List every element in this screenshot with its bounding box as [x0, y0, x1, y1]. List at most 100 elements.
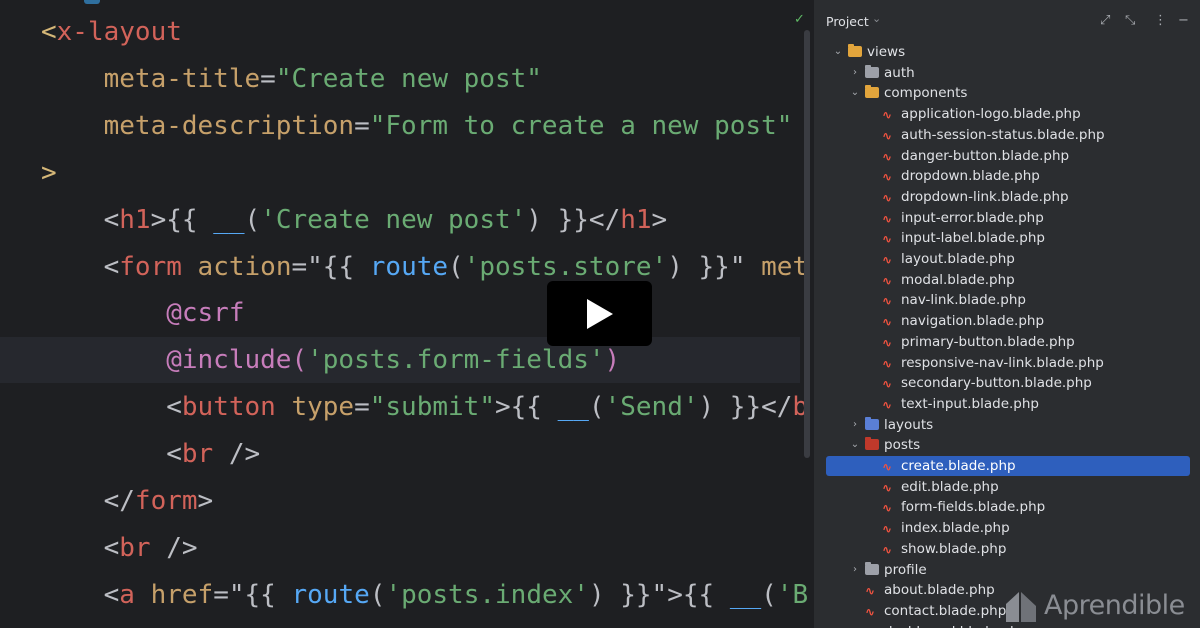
code-line[interactable]: <x-layout	[41, 9, 182, 55]
code-line[interactable]: meta-description="Form to create a new p…	[41, 103, 793, 149]
code-line[interactable]: @csrf	[41, 290, 244, 336]
expand-all-icon[interactable]: ⤢	[1100, 13, 1110, 28]
code-token: h1	[620, 204, 652, 235]
tree-item-label: form-fields.blade.php	[901, 499, 1046, 516]
hide-panel-icon[interactable]: −	[1178, 13, 1189, 28]
tree-folder-posts[interactable]: ⌄ posts	[826, 435, 1190, 455]
code-token: h1	[119, 204, 151, 235]
code-token: action	[181, 251, 292, 282]
expand-arrow-icon[interactable]: ›	[849, 63, 861, 83]
code-token: 'posts.store'	[463, 251, 668, 282]
expand-arrow-icon[interactable]: ›	[849, 560, 861, 580]
project-view-dropdown-icon[interactable]: ⌄	[872, 12, 881, 25]
code-token: =	[354, 392, 370, 423]
blade-file-icon: ∿	[865, 604, 876, 619]
inspection-ok-icon[interactable]: ✓	[794, 12, 805, 27]
code-token: <	[41, 251, 120, 282]
active-tab-marker	[84, 0, 100, 4]
tree-file[interactable]: ∿ primary-button.blade.php	[826, 332, 1190, 352]
tree-file[interactable]: ∿ index.blade.php	[826, 518, 1190, 538]
collapse-arrow-icon[interactable]: ⌄	[832, 42, 844, 62]
code-token: br	[181, 439, 214, 470]
tree-file[interactable]: ∿ dropdown-link.blade.php	[826, 187, 1190, 207]
tree-file[interactable]: ∿ input-label.blade.php	[826, 228, 1190, 248]
blade-file-icon: ∿	[882, 294, 893, 309]
blade-file-icon: ∿	[882, 356, 893, 371]
tree-item-label: text-input.blade.php	[901, 395, 1039, 412]
editor-scrollbar[interactable]	[804, 30, 810, 458]
tree-file[interactable]: ∿ show.blade.php	[826, 539, 1190, 559]
tree-file[interactable]: ∿ secondary-button.blade.php	[826, 373, 1190, 393]
tree-folder-components[interactable]: ⌄ components	[826, 83, 1190, 103]
code-token: >	[651, 204, 668, 235]
collapse-all-icon[interactable]: ⤡	[1125, 13, 1135, 28]
blade-file-icon: ∿	[882, 232, 893, 247]
code-token: <	[41, 579, 120, 610]
code-token: ) }}</	[698, 392, 793, 423]
tree-item-label: dropdown-link.blade.php	[901, 188, 1069, 205]
tree-folder-profile[interactable]: › profile	[826, 560, 1190, 580]
tree-file[interactable]: ∿ create.blade.php	[826, 456, 1190, 476]
tree-file[interactable]: ∿ nav-link.blade.php	[826, 290, 1190, 310]
code-token: ="{{	[291, 251, 370, 282]
code-line[interactable]: <br />	[41, 525, 198, 571]
options-menu-icon[interactable]: ⋮	[1154, 13, 1167, 28]
code-token: (	[588, 392, 605, 423]
tree-file[interactable]: ∿ layout.blade.php	[826, 249, 1190, 269]
tree-item-label: auth-session-status.blade.php	[901, 126, 1105, 143]
code-token: =	[354, 110, 370, 141]
project-panel-title[interactable]: Project	[826, 14, 869, 29]
code-line[interactable]: <h1>{{ __('Create new post') }}</h1>	[41, 197, 668, 243]
tree-item-label: dropdown.blade.php	[901, 168, 1040, 185]
tree-file[interactable]: ∿ form-fields.blade.php	[826, 497, 1190, 517]
code-line[interactable]: >	[41, 150, 57, 196]
tree-file[interactable]: ∿ input-error.blade.php	[826, 208, 1190, 228]
tree-file[interactable]: ∿ navigation.blade.php	[826, 311, 1190, 331]
code-line[interactable]: <br />	[41, 431, 260, 477]
code-line[interactable]: <button type="submit">{{ __('Send') }}</…	[41, 384, 808, 430]
blade-file-icon: ∿	[882, 501, 893, 516]
code-line[interactable]: <form action="{{ route('posts.store') }}…	[41, 244, 809, 290]
code-line[interactable]: @include('posts.form-fields')	[41, 337, 620, 383]
tree-file[interactable]: ∿ modal.blade.php	[826, 270, 1190, 290]
code-token: ) }}">{{	[588, 579, 730, 610]
code-editor[interactable]: <x-layout meta-title="Create new post" m…	[0, 0, 813, 628]
tree-file[interactable]: ∿ responsive-nav-link.blade.php	[826, 353, 1190, 373]
watermark-text: Aprendible	[1044, 590, 1185, 621]
tree-item-label: layout.blade.php	[901, 251, 1015, 267]
code-token: 'Create new post'	[260, 204, 527, 235]
tree-folder-auth[interactable]: › auth	[826, 63, 1190, 83]
tree-folder-views[interactable]: ⌄ views	[826, 42, 1190, 62]
code-token: @include(	[41, 345, 308, 376]
code-token: __	[557, 392, 589, 423]
code-token: route	[369, 251, 449, 282]
tree-file[interactable]: ∿ dropdown.blade.php	[826, 166, 1190, 186]
collapse-arrow-icon[interactable]: ⌄	[849, 435, 861, 455]
code-line[interactable]: <a href="{{ route('posts.index') }}">{{ …	[41, 572, 809, 618]
tree-folder-layouts[interactable]: › layouts	[826, 415, 1190, 435]
tree-item-label: posts	[884, 437, 921, 454]
blade-file-icon: ∿	[882, 149, 893, 164]
code-line[interactable]: meta-title="Create new post"	[41, 56, 542, 102]
blade-file-icon: ∿	[882, 460, 893, 474]
code-token: 'B	[776, 579, 809, 610]
tree-item-label: auth	[884, 64, 915, 81]
tree-file[interactable]: ∿ danger-button.blade.php	[826, 146, 1190, 166]
code-token: "Form to create a new post"	[369, 110, 793, 141]
tree-item-label: views	[867, 44, 906, 60]
folder-icon	[865, 437, 879, 451]
tree-file[interactable]: ∿ application-logo.blade.php	[826, 104, 1190, 124]
tree-item-label: profile	[884, 561, 927, 578]
tree-file[interactable]: ∿ edit.blade.php	[826, 477, 1190, 497]
tree-file[interactable]: ∿ auth-session-status.blade.php	[826, 125, 1190, 145]
code-token: 'posts.form-fields'	[307, 345, 605, 376]
code-line[interactable]: </form>	[41, 478, 214, 524]
tree-file[interactable]: ∿ text-input.blade.php	[826, 394, 1190, 414]
blade-file-icon: ∿	[882, 335, 893, 350]
collapse-arrow-icon[interactable]: ⌄	[849, 83, 861, 103]
code-token: (	[369, 579, 386, 610]
expand-arrow-icon[interactable]: ›	[849, 415, 861, 435]
tree-item-label: input-error.blade.php	[901, 209, 1044, 226]
play-video-button[interactable]	[547, 281, 652, 346]
tree-item-label: components	[884, 85, 968, 102]
